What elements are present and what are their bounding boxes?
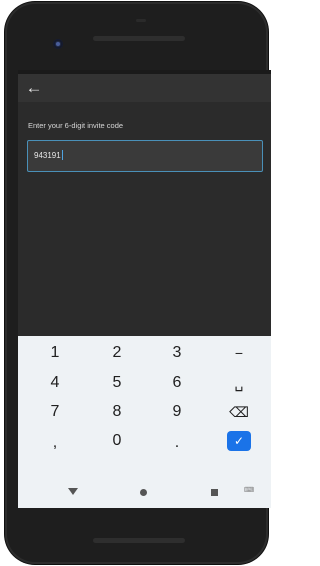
earpiece-speaker: [93, 36, 185, 41]
key-8[interactable]: 8: [92, 397, 142, 427]
invite-code-prompt: Enter your 6-digit invite code: [28, 121, 124, 130]
arrow-left-icon[interactable]: ←: [24, 78, 44, 98]
key-3[interactable]: 3: [152, 338, 202, 368]
key-2[interactable]: 2: [92, 338, 142, 368]
key-5[interactable]: 5: [92, 368, 142, 398]
numeric-keyboard: 1 2 3 − 4 5 6 ␣ 7 8 9 ⌫ , 0 . ✓ ⌨: [18, 336, 271, 508]
text-caret: [61, 150, 63, 160]
nav-recents-square-icon[interactable]: [211, 489, 218, 496]
space-key-icon[interactable]: ␣: [214, 368, 264, 398]
nav-home-circle-icon[interactable]: [140, 489, 147, 496]
front-camera: [53, 39, 63, 49]
key-6[interactable]: 6: [152, 368, 202, 398]
system-nav-bar: ⌨: [18, 482, 271, 508]
backspace-key-icon[interactable]: ⌫: [214, 397, 264, 427]
bottom-speaker: [93, 538, 185, 543]
invite-code-input[interactable]: 943191: [27, 140, 263, 172]
key-7[interactable]: 7: [30, 397, 80, 427]
key-0[interactable]: 0: [92, 426, 142, 456]
key-4[interactable]: 4: [30, 368, 80, 398]
key-9[interactable]: 9: [152, 397, 202, 427]
key-comma[interactable]: ,: [30, 428, 80, 458]
device-screen: ← Enter your 6-digit invite code 943191 …: [18, 70, 271, 508]
phone-frame: ← Enter your 6-digit invite code 943191 …: [5, 2, 271, 564]
key-period[interactable]: .: [152, 428, 202, 458]
key-1[interactable]: 1: [30, 338, 80, 368]
keyboard-switch-icon[interactable]: ⌨: [244, 486, 254, 494]
app-bar: ←: [18, 74, 271, 102]
nav-back-triangle-icon[interactable]: [68, 488, 78, 495]
key-minus[interactable]: −: [214, 338, 264, 368]
invite-code-value: 943191: [34, 151, 61, 160]
proximity-sensor: [136, 19, 146, 22]
done-check-icon[interactable]: ✓: [227, 431, 251, 451]
